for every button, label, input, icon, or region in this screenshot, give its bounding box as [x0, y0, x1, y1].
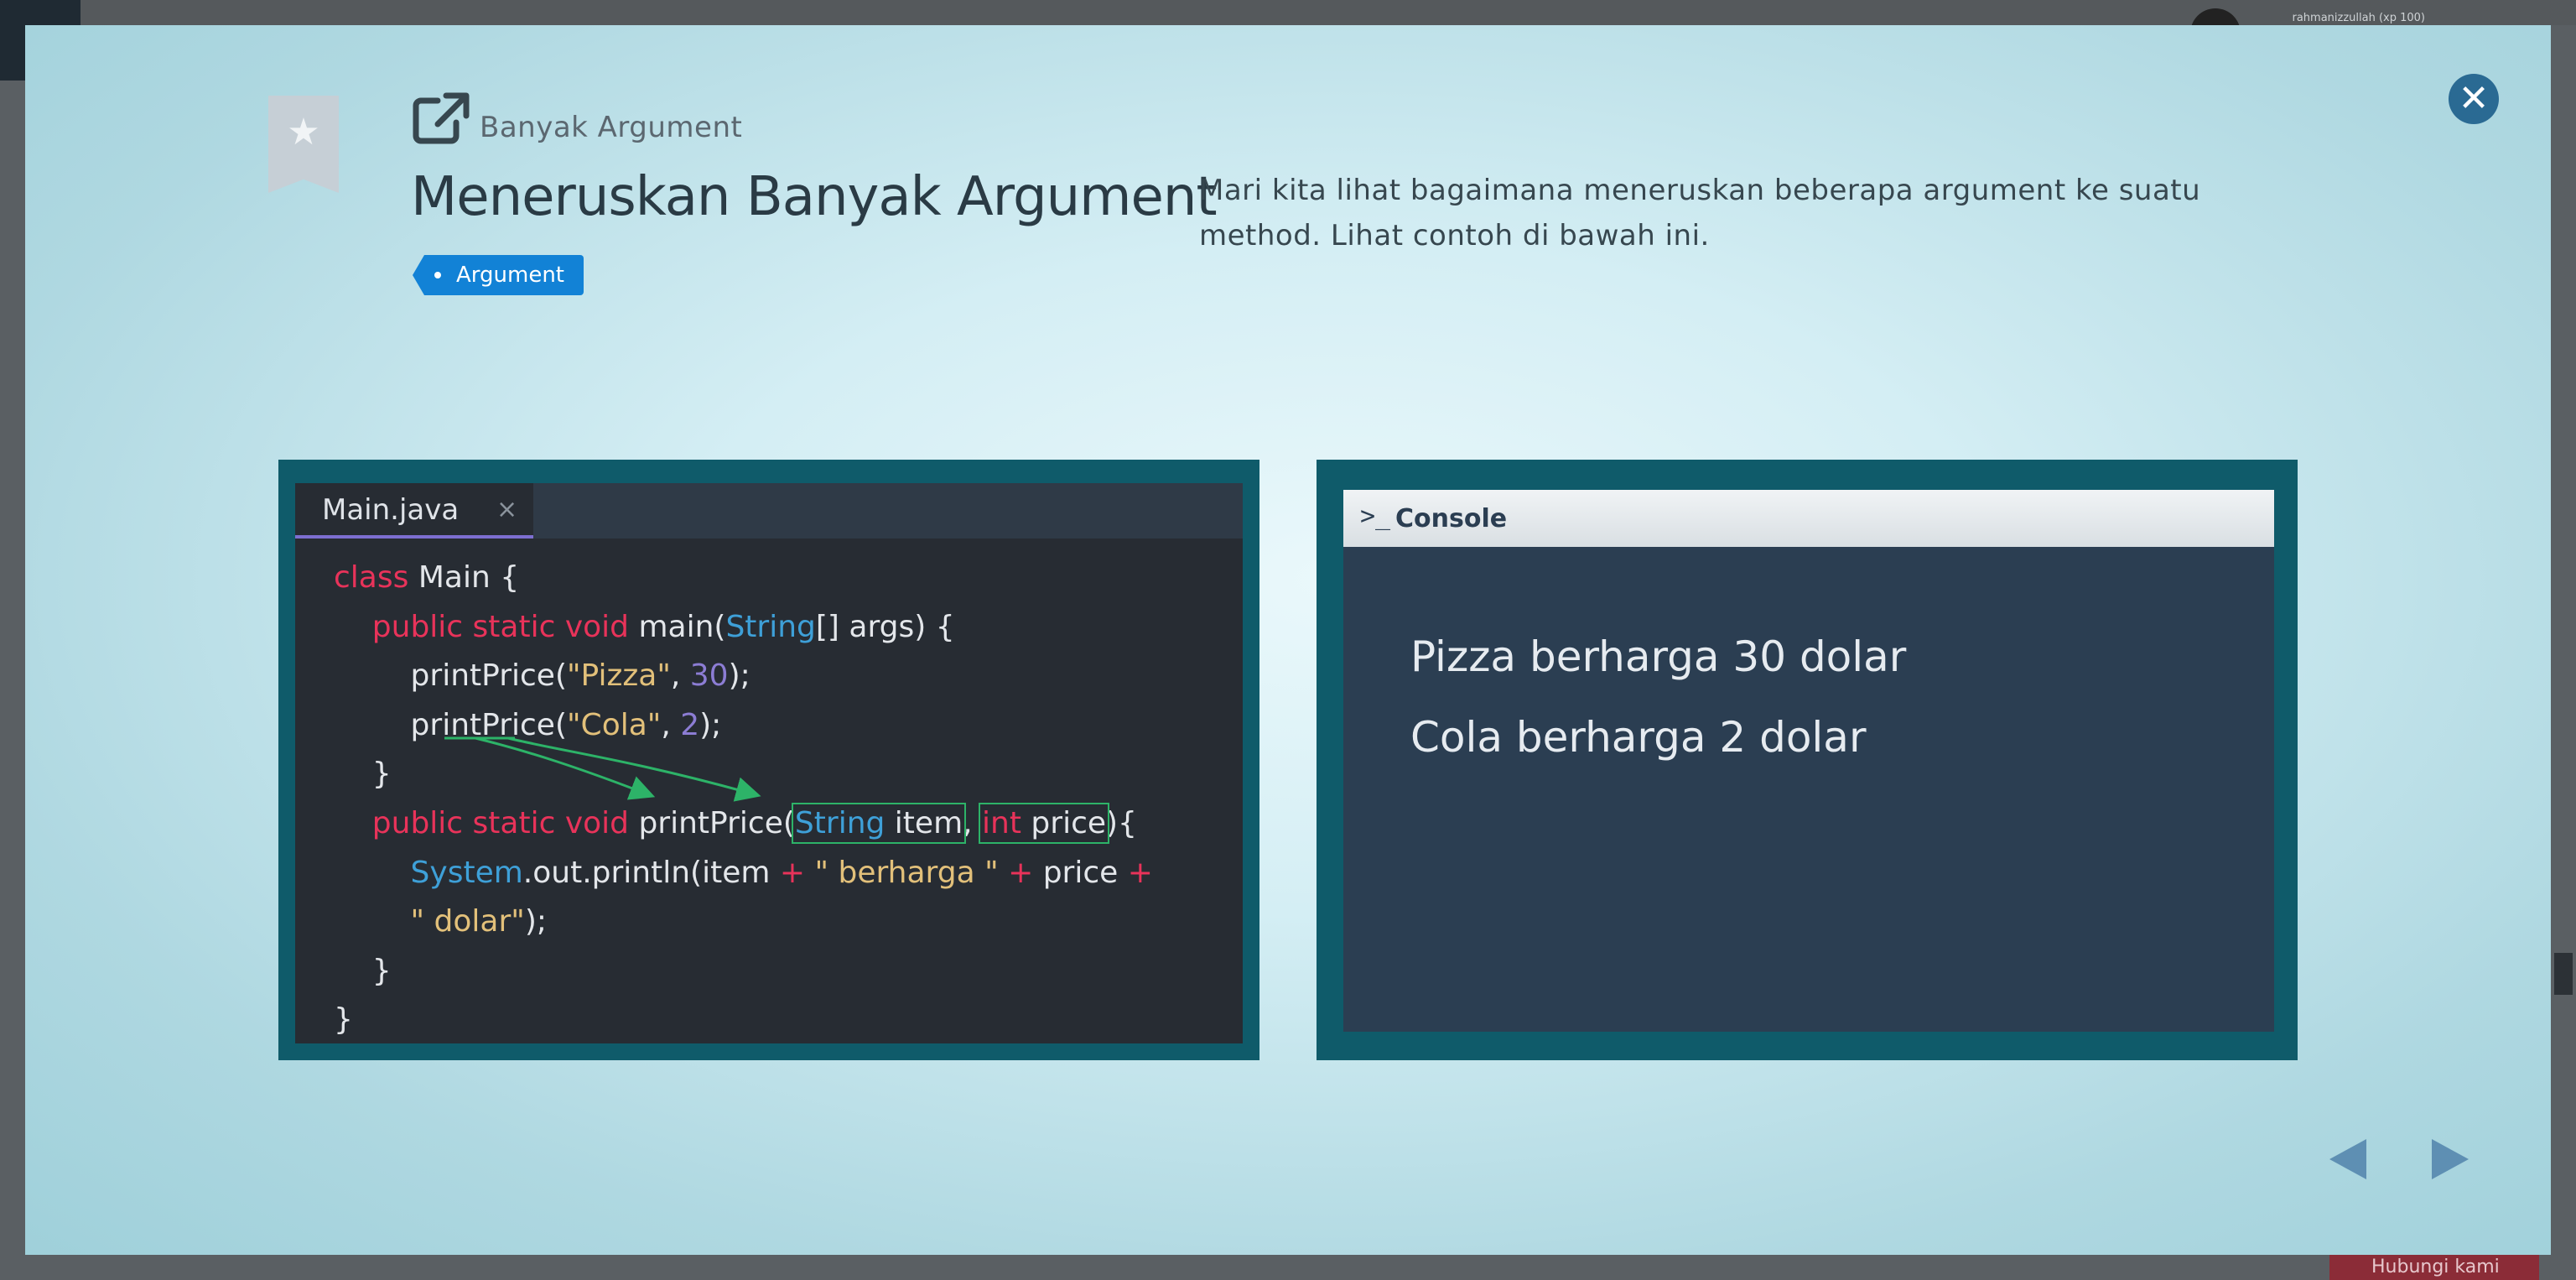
- console-panel: >_ Console Pizza berharga 30 dolar Cola …: [1317, 460, 2298, 1060]
- external-link-icon[interactable]: [413, 92, 471, 146]
- code-line-10: }: [334, 1002, 353, 1038]
- star-icon: ★: [287, 111, 320, 153]
- code-content: class Main { public static void main(Str…: [334, 554, 1153, 1045]
- tag-dot: [434, 272, 441, 278]
- console-header: >_ Console: [1343, 490, 2274, 547]
- page-title: Meneruskan Banyak Argument: [411, 166, 1218, 228]
- terminal-icon: >_: [1360, 502, 1391, 531]
- tag-label: Argument: [456, 263, 564, 288]
- scrollbar-thumb[interactable]: [2554, 953, 2573, 995]
- topic-tag[interactable]: Argument: [413, 255, 584, 295]
- code-line-4: printPrice("Cola", 2);: [410, 707, 722, 742]
- console-output-line: Cola berharga 2 dolar: [1410, 713, 1867, 762]
- console-output-line: Pizza berharga 30 dolar: [1410, 632, 1907, 681]
- code-line-1: class Main {: [334, 560, 520, 595]
- lesson-subtitle: Banyak Argument: [480, 111, 743, 144]
- console-title: Console: [1395, 504, 1508, 533]
- lesson-description: Mari kita lihat bagaimana meneruskan beb…: [1199, 174, 2201, 252]
- username-label: rahmanizzullah (xp 100): [2292, 12, 2425, 24]
- code-line-5: }: [371, 757, 392, 792]
- contact-button[interactable]: Hubungi kami: [2329, 1255, 2539, 1280]
- prev-icon[interactable]: [2329, 1139, 2366, 1179]
- code-line-7: System.out.println(item + " berharga " +…: [410, 855, 1153, 890]
- console: >_ Console Pizza berharga 30 dolar Cola …: [1343, 490, 2274, 1032]
- code-line-9: }: [371, 953, 392, 988]
- code-panel: Main.java × class Main { public static v…: [278, 460, 1259, 1060]
- next-icon[interactable]: [2432, 1139, 2469, 1179]
- code-line-2: public static void main(String[] args) {: [371, 609, 955, 644]
- close-icon[interactable]: ✕: [2449, 74, 2499, 124]
- lesson-modal: ★ Banyak Argument Meneruskan Banyak Argu…: [25, 25, 2551, 1255]
- code-line-8: " dolar");: [410, 904, 548, 939]
- code-editor: Main.java × class Main { public static v…: [295, 483, 1243, 1043]
- bookmark-button[interactable]: ★: [268, 96, 339, 193]
- code-line-3: printPrice("Pizza", 30);: [410, 658, 750, 694]
- code-line-6: public static void printPrice(String ite…: [371, 802, 1137, 844]
